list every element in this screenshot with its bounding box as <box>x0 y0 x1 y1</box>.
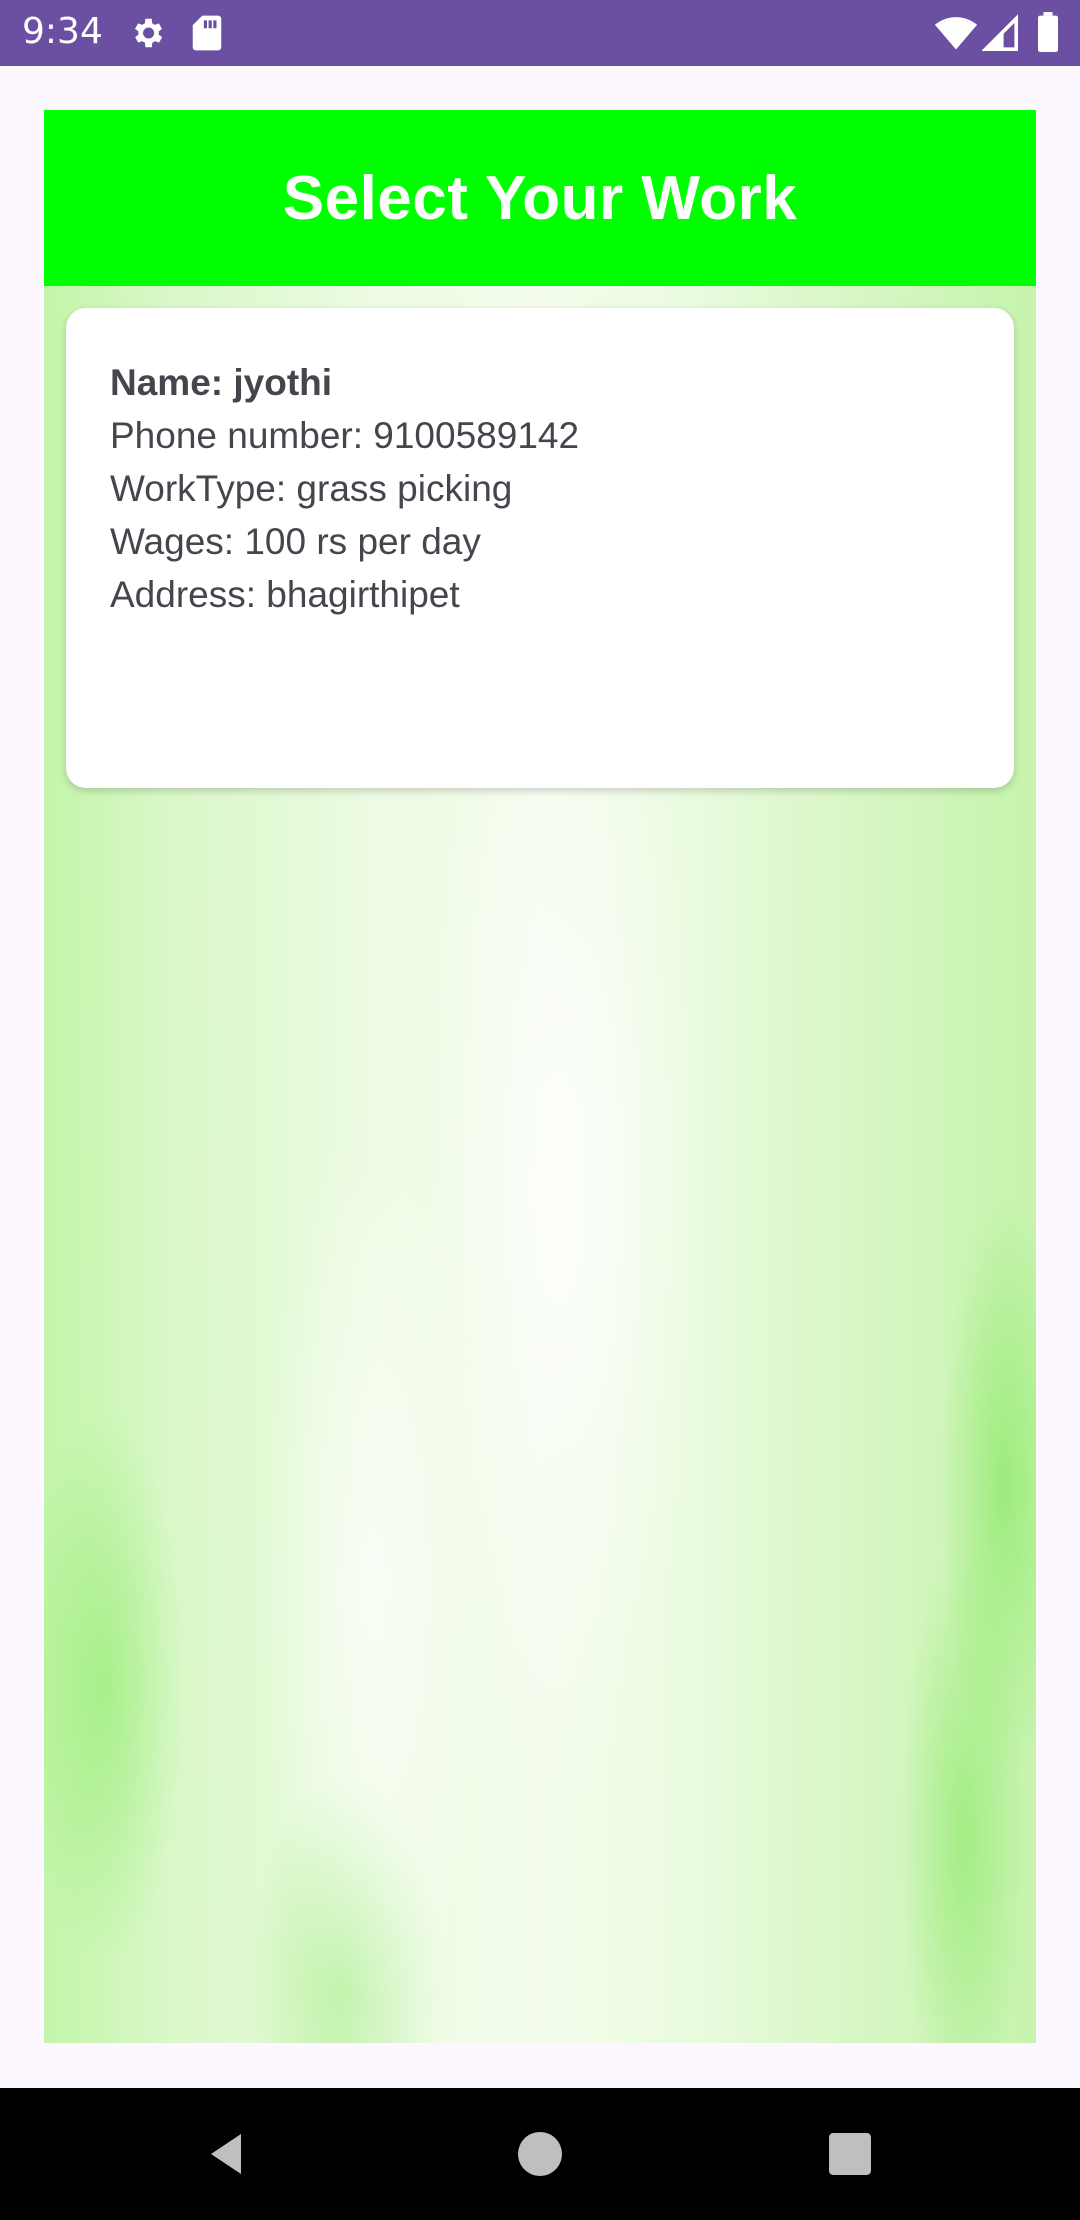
worker-details: Name: jyothi Phone number: 9100589142 Wo… <box>110 356 579 621</box>
home-icon <box>518 2132 562 2176</box>
back-button[interactable] <box>190 2118 262 2190</box>
navigation-bar <box>0 2088 1080 2220</box>
worker-name: Name: jyothi <box>110 362 333 403</box>
app-content: Select Your Work Name: jyothi Phone numb… <box>0 66 1080 2088</box>
worker-address: Address: bhagirthipet <box>110 574 460 615</box>
sd-card-icon <box>190 14 224 56</box>
wifi-icon <box>934 14 978 56</box>
settings-icon <box>128 14 166 56</box>
worker-wages: Wages: 100 rs per day <box>110 521 481 562</box>
worker-phone: Phone number: 9100589142 <box>110 415 580 456</box>
home-button[interactable] <box>504 2118 576 2190</box>
status-bar: 9:34 <box>0 0 1080 66</box>
header-bar: Select Your Work <box>44 110 1036 286</box>
recents-icon <box>829 2133 871 2175</box>
back-icon <box>211 2134 241 2174</box>
status-time: 9:34 <box>22 11 103 52</box>
worker-card[interactable]: Name: jyothi Phone number: 9100589142 Wo… <box>66 308 1014 788</box>
recents-button[interactable] <box>814 2118 886 2190</box>
worker-work-type: WorkType: grass picking <box>110 468 513 509</box>
page-title: Select Your Work <box>282 163 798 233</box>
cell-signal-icon <box>981 14 1018 56</box>
battery-icon <box>1036 12 1060 56</box>
